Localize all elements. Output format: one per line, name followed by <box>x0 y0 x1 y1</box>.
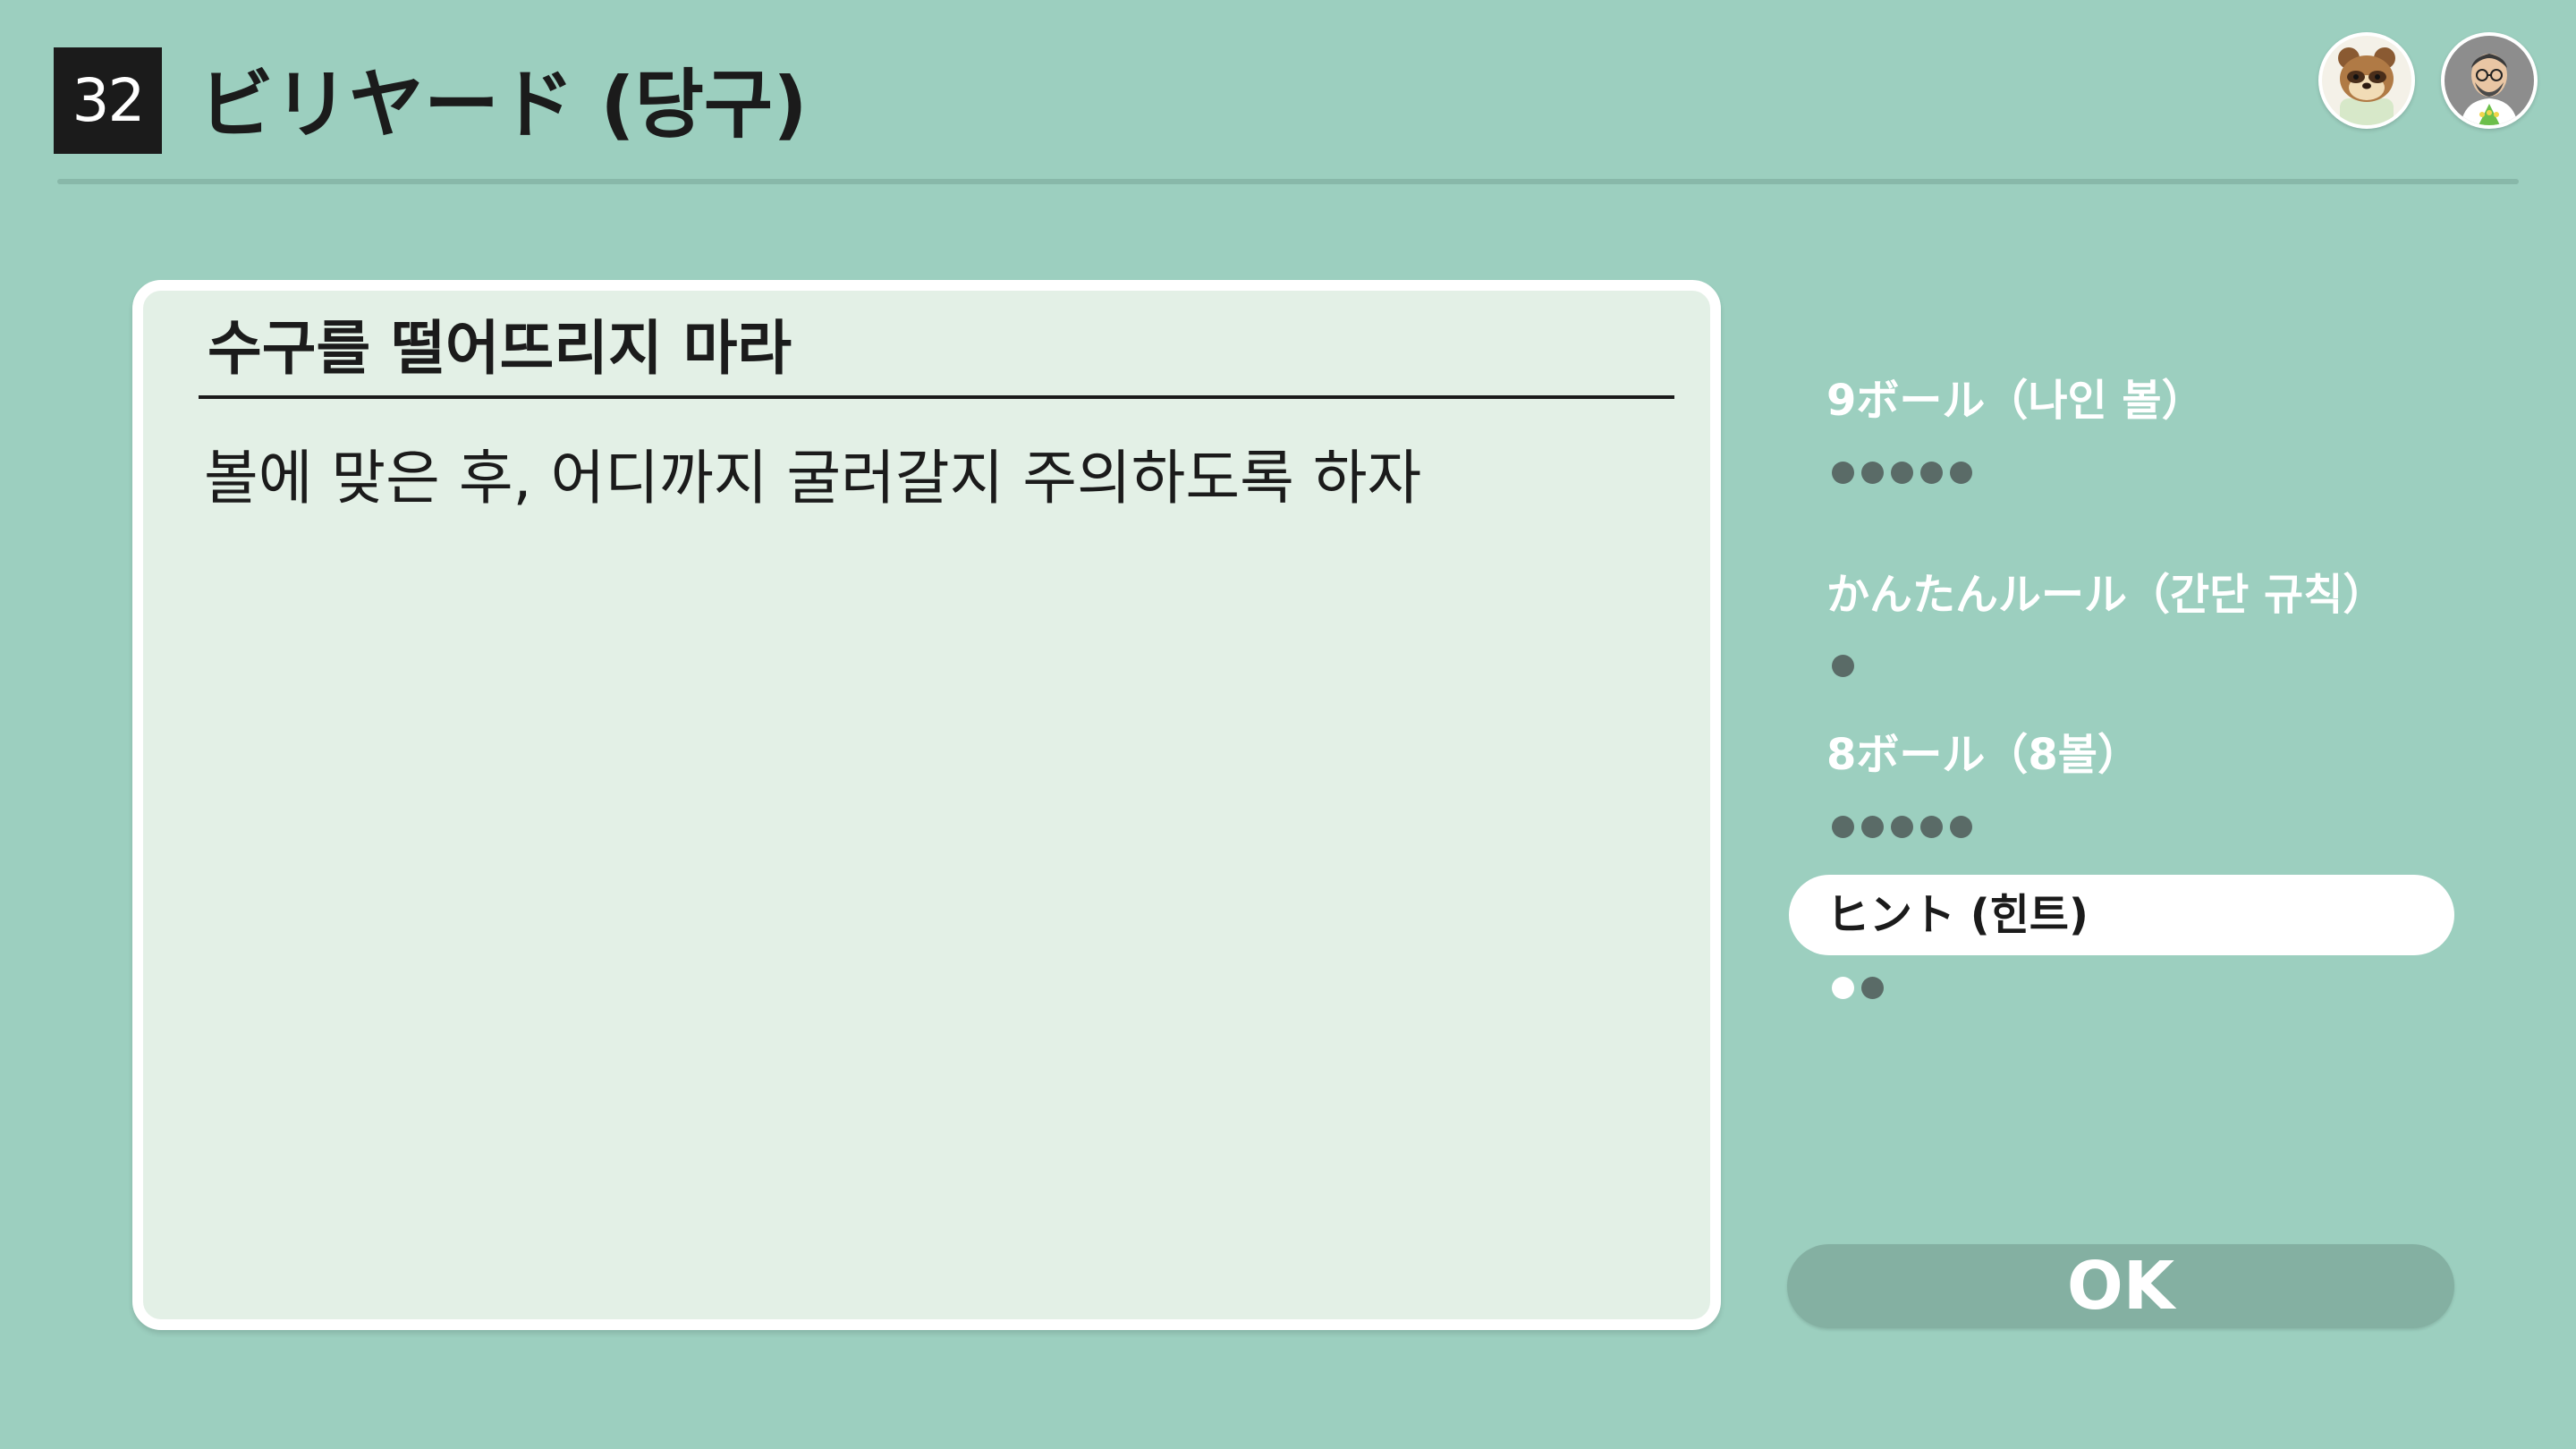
menu-item-label: 9ボール（나인 볼） <box>1826 376 2205 426</box>
tom-nook-avatar-icon[interactable] <box>2318 32 2415 129</box>
mii-avatar-icon[interactable] <box>2441 32 2538 129</box>
difficulty-dots <box>1832 816 1972 841</box>
difficulty-dots <box>1832 655 1854 680</box>
mii-avatar-icon <box>2445 36 2534 125</box>
tom-nook-avatar-icon <box>2322 36 2411 125</box>
difficulty-dots <box>1832 462 1972 487</box>
hint-title: 수구를 떨어뜨리지 마라 <box>208 314 792 383</box>
difficulty-dot <box>1891 816 1913 838</box>
difficulty-dot <box>1861 816 1884 838</box>
difficulty-dot <box>1950 462 1972 484</box>
difficulty-dots <box>1832 977 1884 1002</box>
ok-button[interactable]: OK <box>1787 1244 2454 1328</box>
difficulty-dot <box>1861 462 1884 484</box>
difficulty-dot <box>1920 816 1943 838</box>
difficulty-dot <box>1861 977 1884 999</box>
page-title: ビリヤード (당구) <box>199 61 808 148</box>
menu-item-label: 8ボール（8볼） <box>1826 730 2140 780</box>
difficulty-dot <box>1832 462 1854 484</box>
difficulty-dot <box>1832 816 1854 838</box>
difficulty-dot <box>1832 977 1854 999</box>
menu-item-label: かんたんルール（간단 규칙） <box>1826 570 2386 620</box>
header-divider <box>57 179 2519 184</box>
difficulty-dot <box>1950 816 1972 838</box>
menu-item-easy-rules[interactable]: かんたんルール（간단 규칙） <box>1789 555 2454 635</box>
hint-title-divider <box>199 395 1674 399</box>
menu-item-eight-ball[interactable]: 8ボール（8볼） <box>1789 715 2454 795</box>
game-number-badge: 32 <box>54 47 162 154</box>
hint-text: 볼에 맞은 후, 어디까지 굴러갈지 주의하도록 하자 <box>204 444 1422 513</box>
hint-panel: 수구를 떨어뜨리지 마라 볼에 맞은 후, 어디까지 굴러갈지 주의하도록 하자 <box>132 280 1721 1330</box>
difficulty-dot <box>1920 462 1943 484</box>
difficulty-dot <box>1832 655 1854 677</box>
difficulty-dot <box>1891 462 1913 484</box>
menu-item-nine-ball[interactable]: 9ボール（나인 볼） <box>1789 360 2454 441</box>
menu-item-label: ヒント (힌트) <box>1826 890 2089 940</box>
menu-item-hint[interactable]: ヒント (힌트) <box>1789 875 2454 955</box>
